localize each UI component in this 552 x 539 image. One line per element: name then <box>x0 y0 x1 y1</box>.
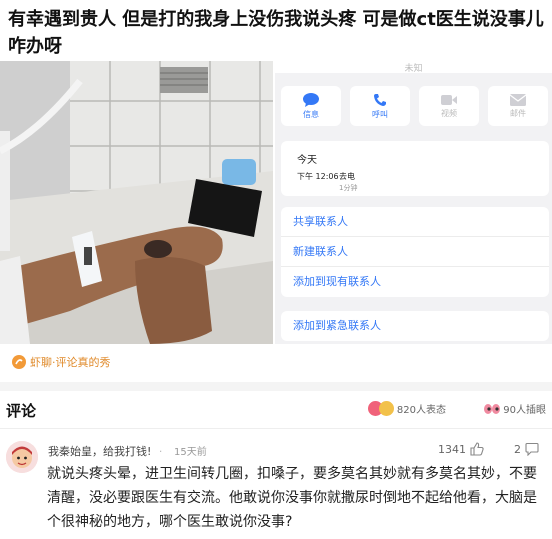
share-contact-link[interactable]: 共享联系人 <box>281 207 549 237</box>
thumbs-up-icon <box>470 442 484 456</box>
message-button[interactable]: 信息 <box>281 86 341 126</box>
meta-separator: · <box>158 445 163 458</box>
comment-username[interactable]: 我秦始皇，给我打钱! · <box>48 443 162 459</box>
video-icon <box>441 94 457 105</box>
video-label: 视频 <box>441 108 457 118</box>
phone-icon <box>374 93 386 106</box>
call-screenshot[interactable]: 未知 信息 呼叫 视频 邮件 今天 下午 12:06 去电 1分钟 共享联系人 … <box>275 61 552 344</box>
call-log-card: 今天 下午 12:06 去电 1分钟 <box>281 141 549 196</box>
eyes-count: 90人插眼 <box>503 405 546 416</box>
add-existing-contact-link[interactable]: 添加到现有联系人 <box>281 267 549 297</box>
like-button[interactable]: 1341 <box>438 442 484 456</box>
mail-label: 邮件 <box>510 108 526 118</box>
reply-count: 2 <box>514 442 521 456</box>
mail-button[interactable]: 邮件 <box>488 86 548 126</box>
username-text: 我秦始皇，给我打钱! <box>48 445 152 458</box>
comments-title: 评论 <box>6 402 37 420</box>
call-duration: 1分钟 <box>339 184 358 192</box>
video-button[interactable]: 视频 <box>419 86 479 126</box>
contact-actions: 信息 呼叫 视频 邮件 <box>281 86 549 126</box>
eyes-summary[interactable]: 90人插眼 <box>484 401 546 416</box>
call-button[interactable]: 呼叫 <box>350 86 410 126</box>
reactions-count: 820人表态 <box>396 405 446 416</box>
eyes-icon <box>484 403 501 414</box>
avatar-image <box>6 441 38 473</box>
header-divider <box>0 428 552 429</box>
wrist-photo[interactable] <box>0 61 273 344</box>
wrist-photo-illustration <box>0 61 273 344</box>
add-emergency-contact-link[interactable]: 添加到紧急联系人 <box>281 311 549 341</box>
comment-bubble-icon <box>525 442 539 456</box>
comment-text: 就说头疼头晕，进卫生间转几圈，扣嗓子，要多莫名其妙就有多莫名其妙，不要清醒，没必… <box>47 466 537 530</box>
message-icon <box>303 92 319 107</box>
comments-header: 评论 820人表态 90人插眼 <box>6 398 546 420</box>
post-title: 有幸遇到贵人 但是打的我身上没伤我说头疼 可是做ct医生说没事儿咋办呀 <box>8 9 544 57</box>
call-label: 呼叫 <box>372 109 388 119</box>
reply-button[interactable]: 2 <box>514 442 539 456</box>
section-divider <box>0 382 552 391</box>
reactions-summary[interactable]: 820人表态 <box>367 401 446 416</box>
message-label: 信息 <box>303 109 319 119</box>
new-contact-link[interactable]: 新建联系人 <box>281 237 549 267</box>
source-tag[interactable]: 虾聊·评论真的秀 <box>12 352 111 372</box>
smile-emoji-icon <box>378 401 394 416</box>
call-time: 下午 12:06 <box>297 172 339 181</box>
emergency-links-card: 添加到紧急联系人 <box>281 311 549 341</box>
shrimp-icon <box>12 355 26 369</box>
contact-name: 未知 <box>275 61 552 74</box>
mail-icon <box>510 93 526 106</box>
contact-links-card: 共享联系人 新建联系人 添加到现有联系人 <box>281 207 549 297</box>
source-label: 虾聊·评论真的秀 <box>30 356 111 369</box>
call-type: 去电 <box>339 172 355 181</box>
post-images: 未知 信息 呼叫 视频 邮件 今天 下午 12:06 去电 1分钟 共享联系人 … <box>0 61 552 344</box>
avatar[interactable] <box>6 441 38 473</box>
comment-time: 15天前 <box>174 447 207 458</box>
call-day: 今天 <box>297 155 317 166</box>
like-count: 1341 <box>438 442 466 456</box>
